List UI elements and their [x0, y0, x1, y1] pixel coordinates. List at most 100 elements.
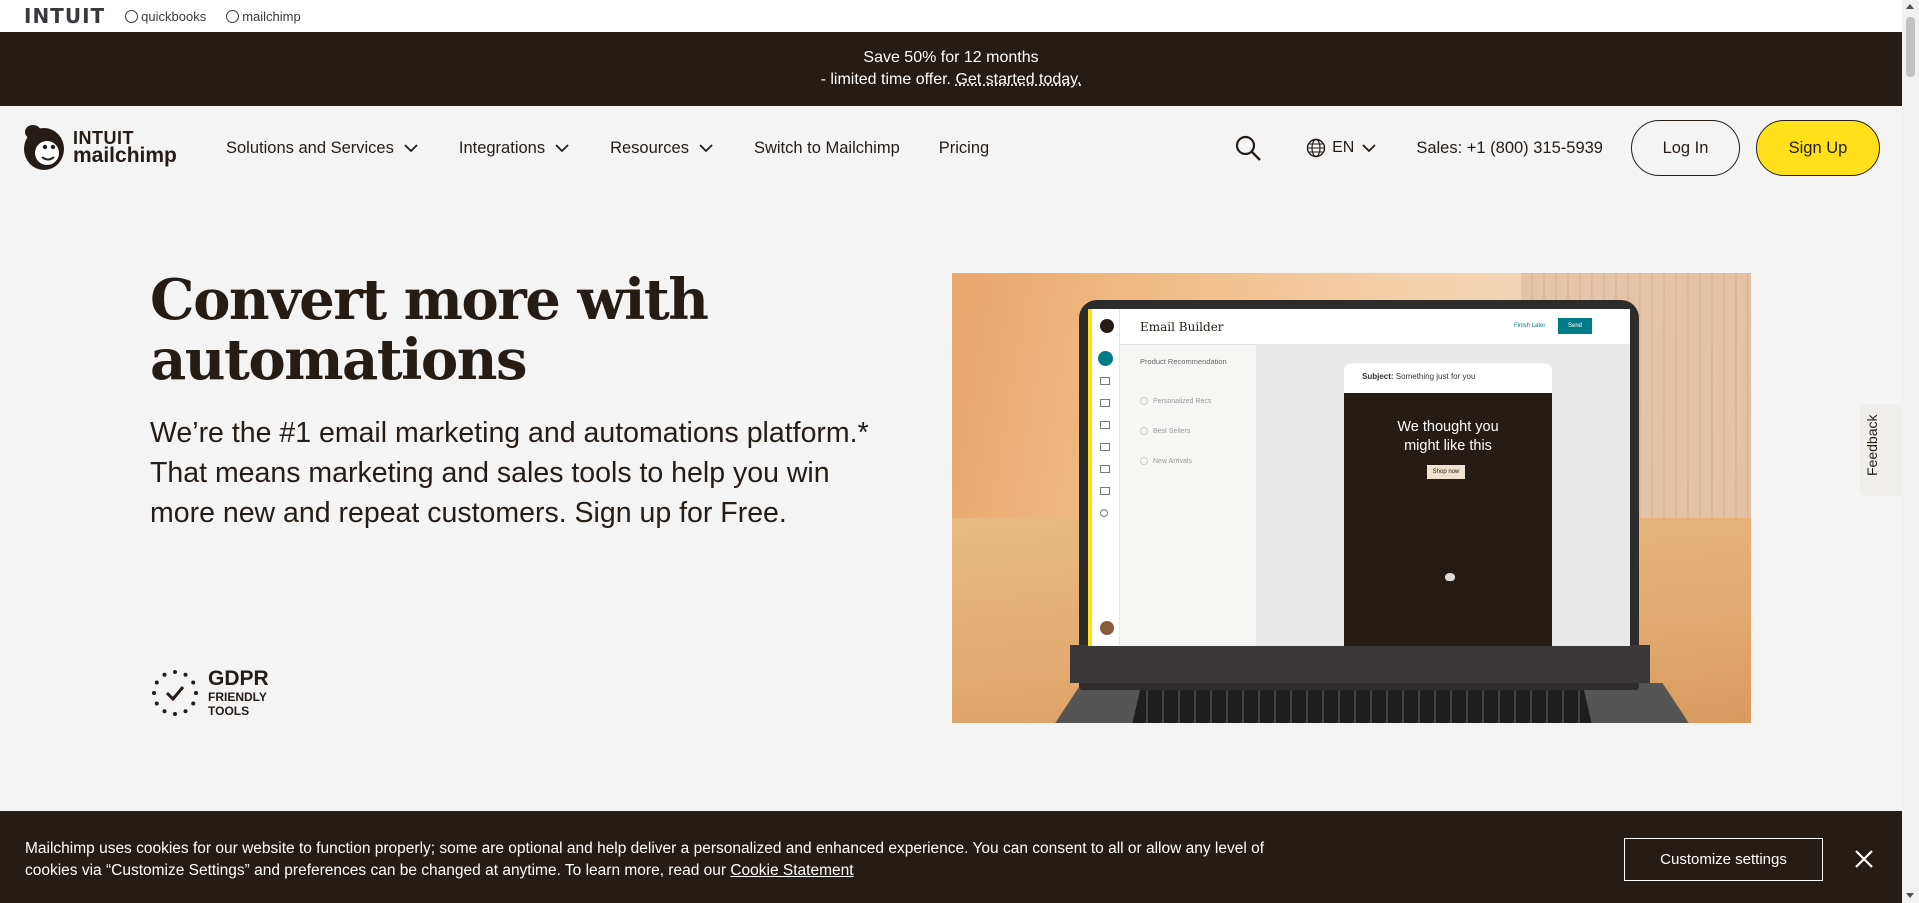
email-builder-screen: Email Builder Finish Later Send Product …	[1088, 309, 1630, 646]
quickbooks-link[interactable]: quickbooks	[125, 9, 206, 24]
option-best-sellers: Best Sellers	[1140, 427, 1190, 435]
image-icon	[1100, 377, 1110, 385]
scrollbar-thumb[interactable]	[1906, 17, 1915, 77]
globe-icon	[1306, 138, 1326, 158]
subject-label: Subject:	[1362, 372, 1394, 381]
logo-wordmark: INTUIT mailchimp	[73, 129, 177, 167]
builder-topbar: Email Builder Finish Later Send	[1120, 309, 1630, 345]
laptop-keys	[1132, 685, 1592, 723]
email-headline: We thought you might like this	[1344, 418, 1552, 456]
language-selector[interactable]: EN	[1306, 138, 1378, 158]
language-label: EN	[1332, 139, 1355, 156]
email-headline-line1: We thought you	[1397, 419, 1499, 435]
logo-mailchimp-text: mailchimp	[73, 144, 177, 167]
option-personalized-recs: Personalized Recs	[1140, 397, 1211, 405]
product-recommendation-panel: Product Recommendation Personalized Recs…	[1120, 345, 1256, 646]
gdpr-title: GDPR	[208, 667, 269, 690]
email-preview: Subject: Something just for you We thoug…	[1344, 363, 1552, 646]
gdpr-text: GDPR FRIENDLY TOOLS	[208, 667, 269, 719]
scroll-down-arrow-icon[interactable]	[1906, 893, 1914, 898]
mailchimp-link[interactable]: mailchimp	[226, 9, 301, 24]
nav-actions: EN Sales: +1 (800) 315-5939 Log In Sign …	[1234, 120, 1880, 176]
nav-switch-to-mailchimp[interactable]: Switch to Mailchimp	[754, 139, 900, 158]
sales-phone[interactable]: Sales: +1 (800) 315-5939	[1416, 139, 1603, 158]
nav-item-label: Switch to Mailchimp	[753, 138, 900, 157]
gdpr-line1: FRIENDLY	[208, 690, 267, 704]
nav-item-label: Pricing	[938, 138, 990, 157]
subject-value: Something just for you	[1395, 372, 1476, 381]
email-body: We thought you might like this Shop now	[1344, 393, 1552, 646]
customize-settings-button[interactable]: Customize settings	[1624, 838, 1823, 881]
intuit-brand-bar: INTUIT quickbooks mailchimp	[0, 0, 1902, 32]
promo-get-started-link[interactable]: Get started today.	[955, 71, 1081, 88]
nav-integrations[interactable]: Integrations	[459, 139, 571, 158]
nav-item-label: Integrations	[458, 138, 546, 157]
option-label: Best Sellers	[1153, 427, 1191, 435]
gdpr-line2: TOOLS	[208, 704, 250, 718]
basket-icon	[1100, 465, 1110, 473]
email-headline-line2: might like this	[1404, 438, 1492, 454]
layout-icon	[1100, 443, 1110, 451]
promo-line2: - limited time offer. Get started today.	[0, 69, 1902, 91]
feedback-tab[interactable]: Feedback	[1860, 404, 1902, 496]
cookie-statement-link[interactable]: Cookie Statement	[730, 862, 853, 879]
page-scrollbar[interactable]	[1902, 0, 1919, 903]
log-in-button[interactable]: Log In	[1631, 120, 1740, 176]
scroll-up-arrow-icon[interactable]	[1906, 4, 1914, 9]
nav-pricing[interactable]: Pricing	[939, 139, 989, 158]
avatar	[1100, 621, 1114, 635]
promo-line2-text: - limited time offer.	[820, 71, 951, 88]
email-preview-canvas: Subject: Something just for you We thoug…	[1256, 345, 1630, 646]
gdpr-stars-check-icon	[152, 670, 198, 716]
radio-icon	[1140, 397, 1148, 405]
hero-title-line2: automations	[150, 327, 528, 393]
send-button: Send	[1558, 318, 1592, 334]
freddie-logo-icon	[24, 125, 64, 170]
chevron-down-icon	[1362, 144, 1376, 153]
intuit-logo[interactable]: INTUIT	[24, 4, 105, 28]
email-subject: Subject: Something just for you	[1362, 372, 1475, 381]
mailchimp-label: mailchimp	[242, 8, 301, 24]
main-navigation: INTUIT mailchimp Solutions and Services …	[0, 106, 1902, 190]
nav-menu: Solutions and Services Integrations Reso…	[226, 106, 989, 190]
hero-image: Email Builder Finish Later Send Product …	[952, 273, 1751, 723]
search-icon[interactable]	[1234, 134, 1262, 162]
cookie-text: Mailchimp uses cookies for our website t…	[25, 838, 1285, 882]
option-label: New Arrivals	[1153, 457, 1192, 465]
hero-subtitle: We’re the #1 email marketing and automat…	[150, 417, 869, 529]
feedback-label: Feedback	[1864, 414, 1880, 476]
shop-now-button: Shop now	[1427, 465, 1465, 479]
builder-sidebar	[1092, 309, 1120, 646]
nav-item-label: Solutions and Services	[226, 138, 394, 157]
promo-line1: Save 50% for 12 months	[863, 49, 1039, 66]
pencil-icon	[1098, 351, 1113, 366]
close-icon[interactable]	[1852, 847, 1876, 871]
filter-icon	[1100, 421, 1110, 429]
tag-icon	[1100, 399, 1110, 407]
promo-banner: Save 50% for 12 months - limited time of…	[0, 32, 1902, 106]
builder-title: Email Builder	[1140, 320, 1224, 334]
quickbooks-icon	[125, 9, 139, 23]
mailchimp-logo[interactable]: INTUIT mailchimp	[21, 122, 177, 172]
nav-item-label: Resources	[610, 138, 689, 157]
cookie-text-line2: cookies via “Customize Settings” and pre…	[25, 862, 727, 879]
mailchimp-icon	[226, 9, 240, 23]
option-label: Personalized Recs	[1153, 397, 1212, 405]
nav-resources[interactable]: Resources	[610, 139, 715, 158]
radio-icon	[1140, 427, 1148, 435]
search-mini-icon	[1100, 509, 1108, 517]
gdpr-badge: GDPR FRIENDLY TOOLS	[150, 668, 269, 718]
chevron-down-icon	[404, 144, 418, 153]
cookie-text-line1: Mailchimp uses cookies for our website t…	[25, 840, 1265, 857]
radio-icon	[1140, 457, 1148, 465]
bird-icon	[1445, 573, 1455, 581]
grid-icon	[1100, 487, 1110, 495]
sign-up-button[interactable]: Sign Up	[1756, 120, 1880, 176]
chevron-down-icon	[555, 144, 569, 153]
nav-solutions-and-services[interactable]: Solutions and Services	[226, 139, 420, 158]
hero-title-line1: Convert more with	[150, 267, 709, 333]
chevron-down-icon	[699, 144, 713, 153]
quickbooks-label: quickbooks	[141, 8, 207, 24]
hero-title: Convert more with automations	[150, 270, 870, 390]
laptop-hinge	[1070, 645, 1650, 683]
